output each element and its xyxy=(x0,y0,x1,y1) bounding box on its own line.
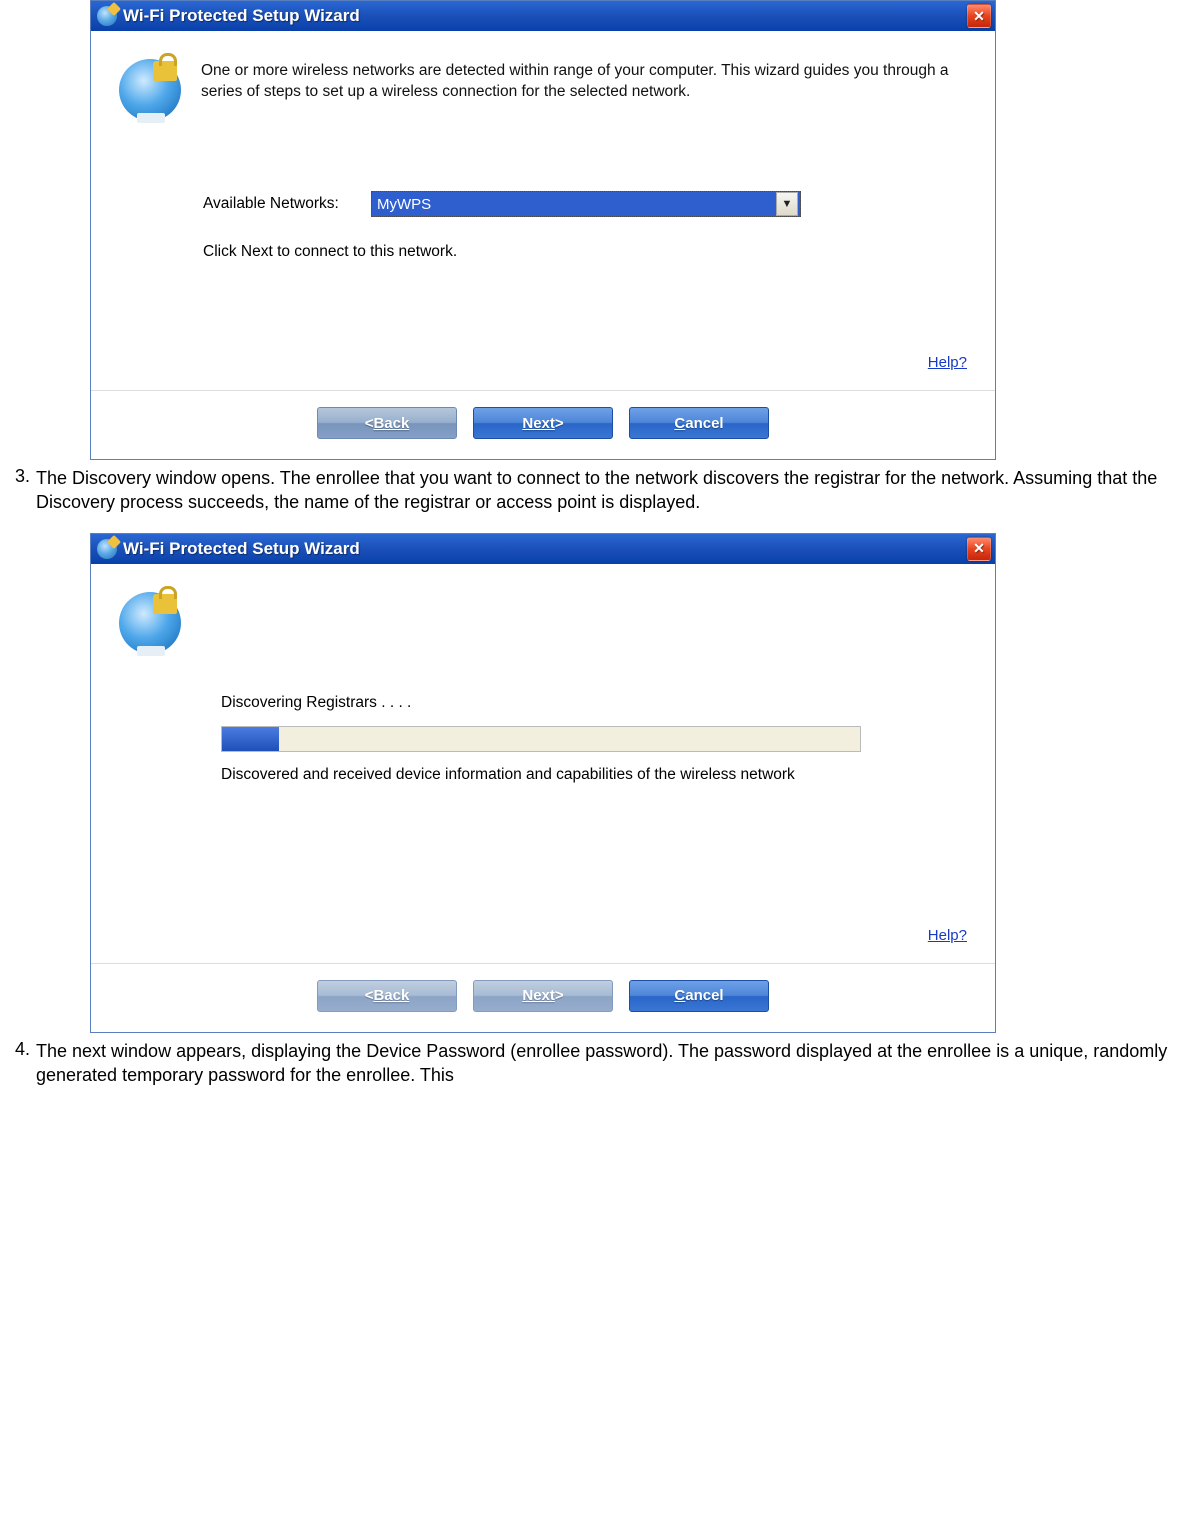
back-button[interactable]: < Back xyxy=(317,980,457,1012)
wizard-dialog-networks: Wi-Fi Protected Setup Wizard ✕ One or mo… xyxy=(90,0,996,460)
available-networks-label: Available Networks: xyxy=(203,195,353,213)
close-button[interactable]: ✕ xyxy=(967,4,991,28)
wifi-lock-icon xyxy=(119,592,181,654)
selected-network-value: MyWPS xyxy=(374,192,776,216)
step-text: The Discovery window opens. The enrollee… xyxy=(36,466,1178,515)
wizard-intro-text: One or more wireless networks are detect… xyxy=(201,59,967,121)
step-number: 3. xyxy=(0,466,36,487)
help-link[interactable]: Help? xyxy=(928,354,967,371)
titlebar: Wi-Fi Protected Setup Wizard ✕ xyxy=(91,1,995,31)
discovering-label: Discovering Registrars . . . . xyxy=(221,694,995,712)
chevron-down-icon[interactable]: ▼ xyxy=(776,192,798,216)
wizard-button-bar: < Back Next > Cancel xyxy=(91,963,995,1032)
step-4: 4. The next window appears, displaying t… xyxy=(0,1039,1178,1088)
back-button[interactable]: < Back xyxy=(317,407,457,439)
wifi-wizard-icon xyxy=(97,539,117,559)
connect-hint: Click Next to connect to this network. xyxy=(203,243,995,261)
wizard-dialog-discovery: Wi-Fi Protected Setup Wizard ✕ Discoveri… xyxy=(90,533,996,1033)
cancel-button[interactable]: Cancel xyxy=(629,407,769,439)
discovery-status-text: Discovered and received device informati… xyxy=(221,766,901,784)
progress-fill xyxy=(222,727,279,751)
close-icon: ✕ xyxy=(973,540,985,557)
cancel-button[interactable]: Cancel xyxy=(629,980,769,1012)
window-title: Wi-Fi Protected Setup Wizard xyxy=(123,539,967,559)
next-button[interactable]: Next > xyxy=(473,407,613,439)
close-button[interactable]: ✕ xyxy=(967,537,991,561)
close-icon: ✕ xyxy=(973,8,985,25)
wifi-wizard-icon xyxy=(97,6,117,26)
wizard-button-bar: < Back Next > Cancel xyxy=(91,390,995,459)
discovery-progress-bar xyxy=(221,726,861,752)
next-button[interactable]: Next > xyxy=(473,980,613,1012)
step-3: 3. The Discovery window opens. The enrol… xyxy=(0,466,1178,515)
available-networks-select[interactable]: MyWPS ▼ xyxy=(371,191,801,217)
titlebar: Wi-Fi Protected Setup Wizard ✕ xyxy=(91,534,995,564)
window-title: Wi-Fi Protected Setup Wizard xyxy=(123,6,967,26)
step-number: 4. xyxy=(0,1039,36,1060)
wifi-lock-icon xyxy=(119,59,181,121)
step-text: The next window appears, displaying the … xyxy=(36,1039,1178,1088)
help-link[interactable]: Help? xyxy=(928,927,967,944)
